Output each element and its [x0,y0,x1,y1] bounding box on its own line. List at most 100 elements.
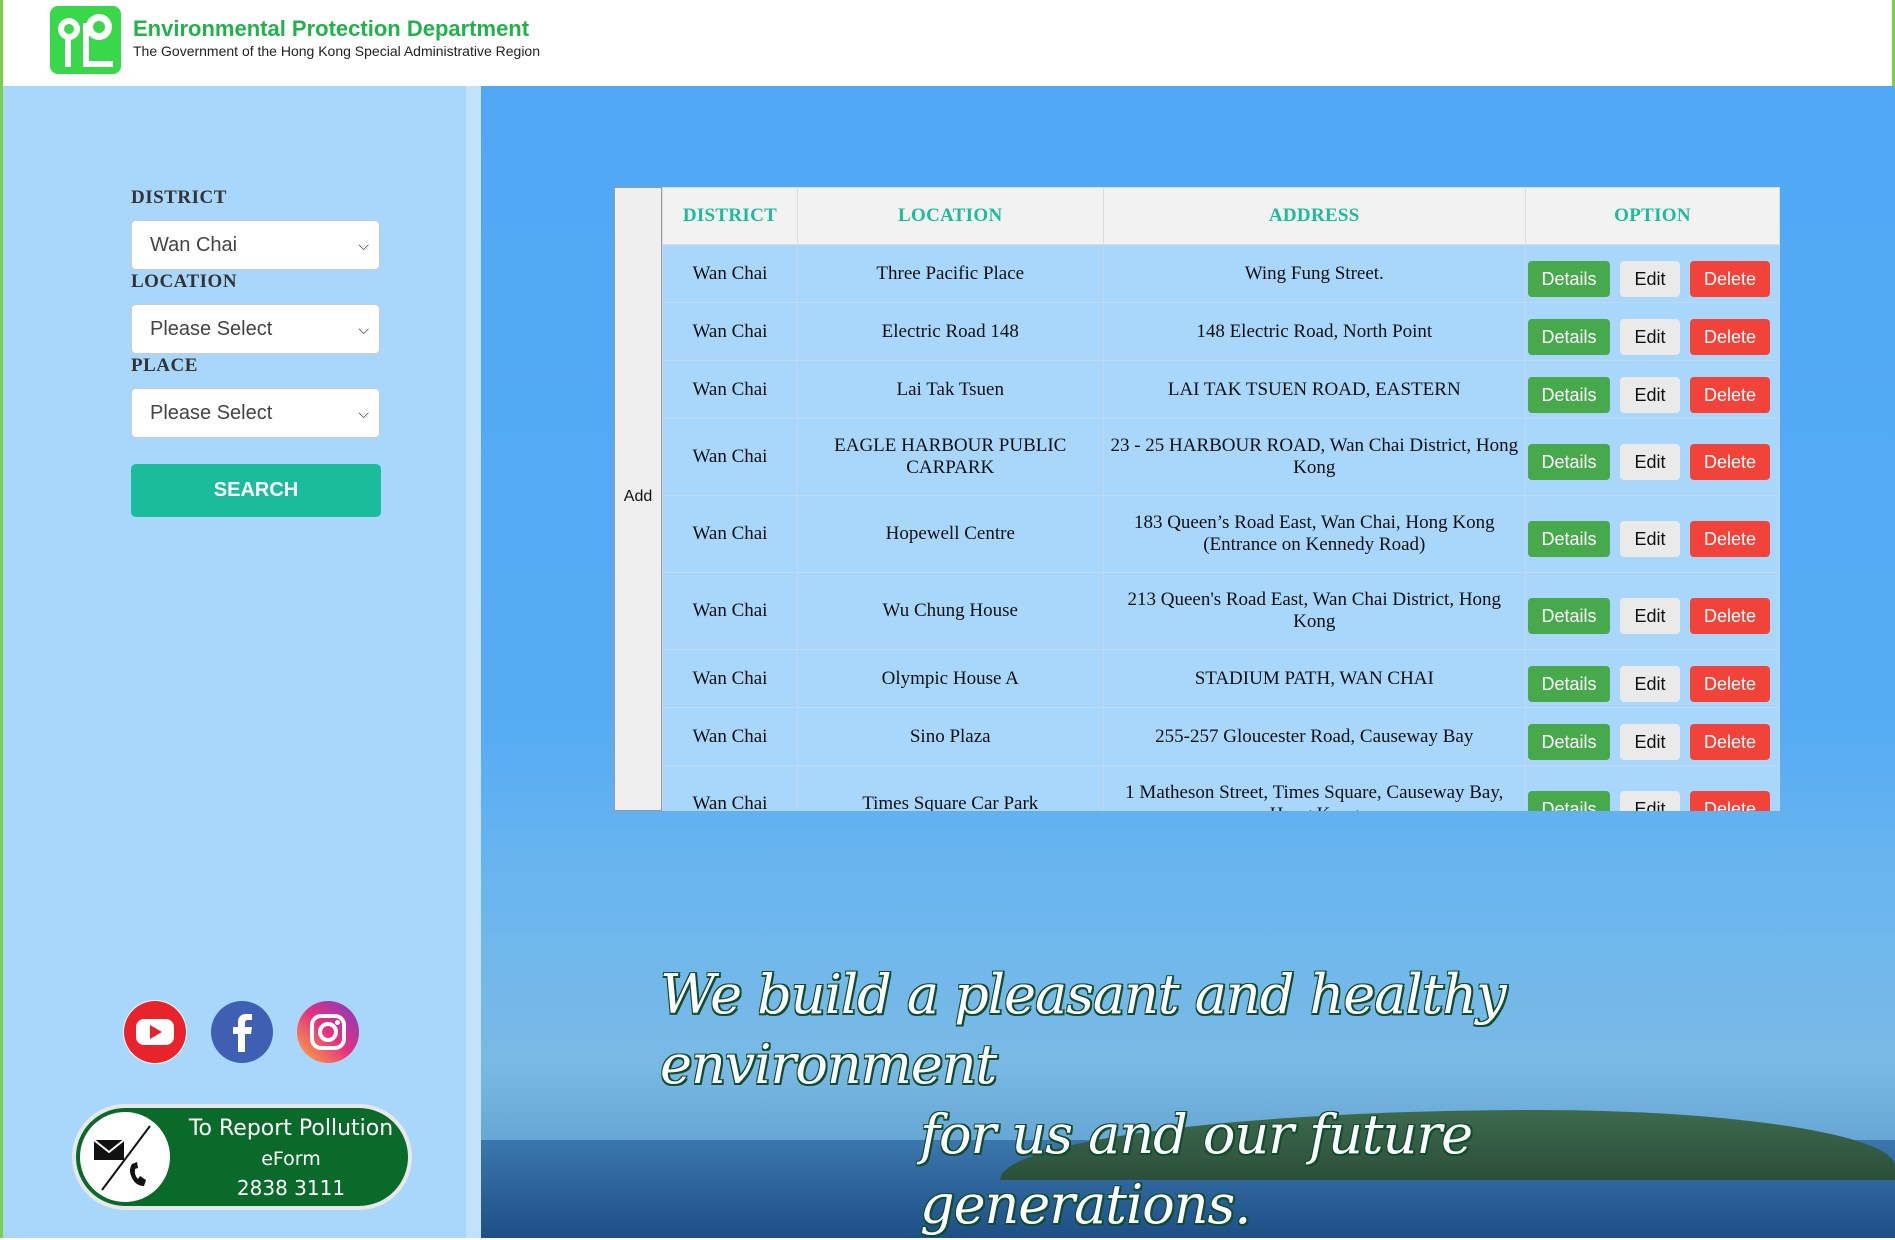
results-table-container[interactable]: DISTRICT LOCATION ADDRESS OPTION Wan Cha… [662,187,1780,811]
cell-address: 23 - 25 HARBOUR ROAD, Wan Chai District,… [1102,418,1526,496]
location-label: LOCATION [131,271,238,292]
place-label: PLACE [131,355,198,376]
details-button[interactable]: Details [1527,665,1610,702]
report-phone: 2838 3111 [236,1176,346,1200]
details-button[interactable]: Details [1527,791,1610,811]
chevron-down-icon: ⌵ [358,321,369,337]
details-button[interactable]: Details [1527,521,1610,557]
delete-button[interactable]: Delete [1689,791,1770,811]
cell-options: Details Edit Delete [1524,765,1780,811]
cell-address: 255-257 Gloucester Road, Causeway Bay [1102,707,1526,766]
delete-button[interactable]: Delete [1689,444,1770,480]
sidebar-divider [466,86,481,1238]
cell-address: 148 Electric Road, North Point [1102,302,1526,361]
cell-address: Wing Fung Street. [1102,244,1526,303]
mail-phone-icon [80,1112,170,1202]
cell-location: Lai Tak Tsuen [796,360,1104,419]
cell-location: EAGLE HARBOUR PUBLIC CARPARK [796,418,1104,496]
epd-logo[interactable] [49,5,122,75]
details-button[interactable]: Details [1527,260,1610,297]
cell-address: 213 Queen's Road East, Wan Chai District… [1102,572,1526,650]
edit-button[interactable]: Edit [1619,665,1680,702]
cell-location: Times Square Car Park [796,765,1104,811]
cell-district: Wan Chai [662,572,798,650]
slogan-line-2: for us and our future generations. [920,1103,1473,1236]
cell-options: Details Edit Delete [1524,302,1780,361]
place-select-value: Please Select [150,402,273,424]
table-header-row: DISTRICT LOCATION ADDRESS OPTION [662,187,1780,245]
instagram-icon[interactable] [296,1000,360,1064]
search-button[interactable]: SEARCH [131,464,381,517]
table-row: Wan Chai Wu Chung House 213 Queen's Road… [662,572,1780,650]
table-row: Wan Chai Electric Road 148 148 Electric … [662,302,1780,361]
district-select[interactable]: Wan Chai ⌵ [131,220,380,270]
details-button[interactable]: Details [1527,598,1610,634]
delete-button[interactable]: Delete [1689,665,1770,702]
place-select[interactable]: Please Select ⌵ [131,388,380,438]
cell-district: Wan Chai [662,244,798,303]
cell-district: Wan Chai [662,418,798,496]
edit-button[interactable]: Edit [1619,318,1680,355]
edit-button[interactable]: Edit [1619,444,1680,480]
table-row: Wan Chai Lai Tak Tsuen LAI TAK TSUEN ROA… [662,360,1780,419]
site-title[interactable]: Environmental Protection Department [133,16,529,42]
edit-button[interactable]: Edit [1619,376,1680,413]
page-header: Environmental Protection Department The … [0,0,1895,86]
delete-button[interactable]: Delete [1689,318,1770,355]
delete-button[interactable]: Delete [1689,598,1770,634]
report-pollution-button[interactable]: To Report Pollution eForm 2838 3111 [72,1104,412,1210]
edit-button[interactable]: Edit [1619,723,1680,760]
cell-options: Details Edit Delete [1524,649,1780,708]
cell-options: Details Edit Delete [1524,572,1780,650]
location-select[interactable]: Please Select ⌵ [131,304,380,354]
edit-button[interactable]: Edit [1619,260,1680,297]
column-header-option: OPTION [1524,187,1780,245]
cell-district: Wan Chai [662,302,798,361]
table-row: Wan Chai Three Pacific Place Wing Fung S… [662,244,1780,303]
cell-location: Sino Plaza [796,707,1104,766]
details-button[interactable]: Details [1527,444,1610,480]
cell-options: Details Edit Delete [1524,360,1780,419]
cell-options: Details Edit Delete [1524,418,1780,496]
add-button-label: Add [623,488,653,505]
slogan: We build a pleasant and healthy environm… [660,960,1710,1240]
delete-button[interactable]: Delete [1689,376,1770,413]
edit-button[interactable]: Edit [1619,791,1680,811]
delete-button[interactable]: Delete [1689,521,1770,557]
table-row: Wan Chai Olympic House A STADIUM PATH, W… [662,649,1780,708]
edit-button[interactable]: Edit [1619,521,1680,557]
cell-location: Wu Chung House [796,572,1104,650]
details-button[interactable]: Details [1527,723,1610,760]
cell-address: LAI TAK TSUEN ROAD, EASTERN [1102,360,1526,419]
cell-options: Details Edit Delete [1524,707,1780,766]
delete-button[interactable]: Delete [1689,723,1770,760]
cell-location: Electric Road 148 [796,302,1104,361]
cell-location: Olympic House A [796,649,1104,708]
details-button[interactable]: Details [1527,376,1610,413]
add-button[interactable]: Add [614,187,662,811]
cell-options: Details Edit Delete [1524,244,1780,303]
column-header-district: DISTRICT [662,187,798,245]
cell-address: 183 Queen’s Road East, Wan Chai, Hong Ko… [1102,495,1526,573]
table-row: Wan Chai EAGLE HARBOUR PUBLIC CARPARK 23… [662,418,1780,496]
delete-button[interactable]: Delete [1689,260,1770,297]
district-label: DISTRICT [131,187,227,208]
cell-district: Wan Chai [662,495,798,573]
details-button[interactable]: Details [1527,318,1610,355]
chevron-down-icon: ⌵ [358,237,369,253]
edit-button[interactable]: Edit [1619,598,1680,634]
cell-address: STADIUM PATH, WAN CHAI [1102,649,1526,708]
table-row: Wan Chai Hopewell Centre 183 Queen’s Roa… [662,495,1780,573]
table-row: Wan Chai Times Square Car Park 1 Matheso… [662,765,1780,811]
facebook-icon[interactable] [210,1000,274,1064]
chevron-down-icon: ⌵ [358,405,369,421]
results-table: DISTRICT LOCATION ADDRESS OPTION Wan Cha… [662,187,1780,811]
district-select-value: Wan Chai [150,234,238,256]
cell-district: Wan Chai [662,765,798,811]
slogan-line-1: We build a pleasant and healthy environm… [660,963,1507,1096]
youtube-icon[interactable] [123,1000,187,1064]
cell-location: Three Pacific Place [796,244,1104,303]
cell-district: Wan Chai [662,360,798,419]
table-row: Wan Chai Sino Plaza 255-257 Gloucester R… [662,707,1780,766]
location-select-value: Please Select [150,318,273,340]
